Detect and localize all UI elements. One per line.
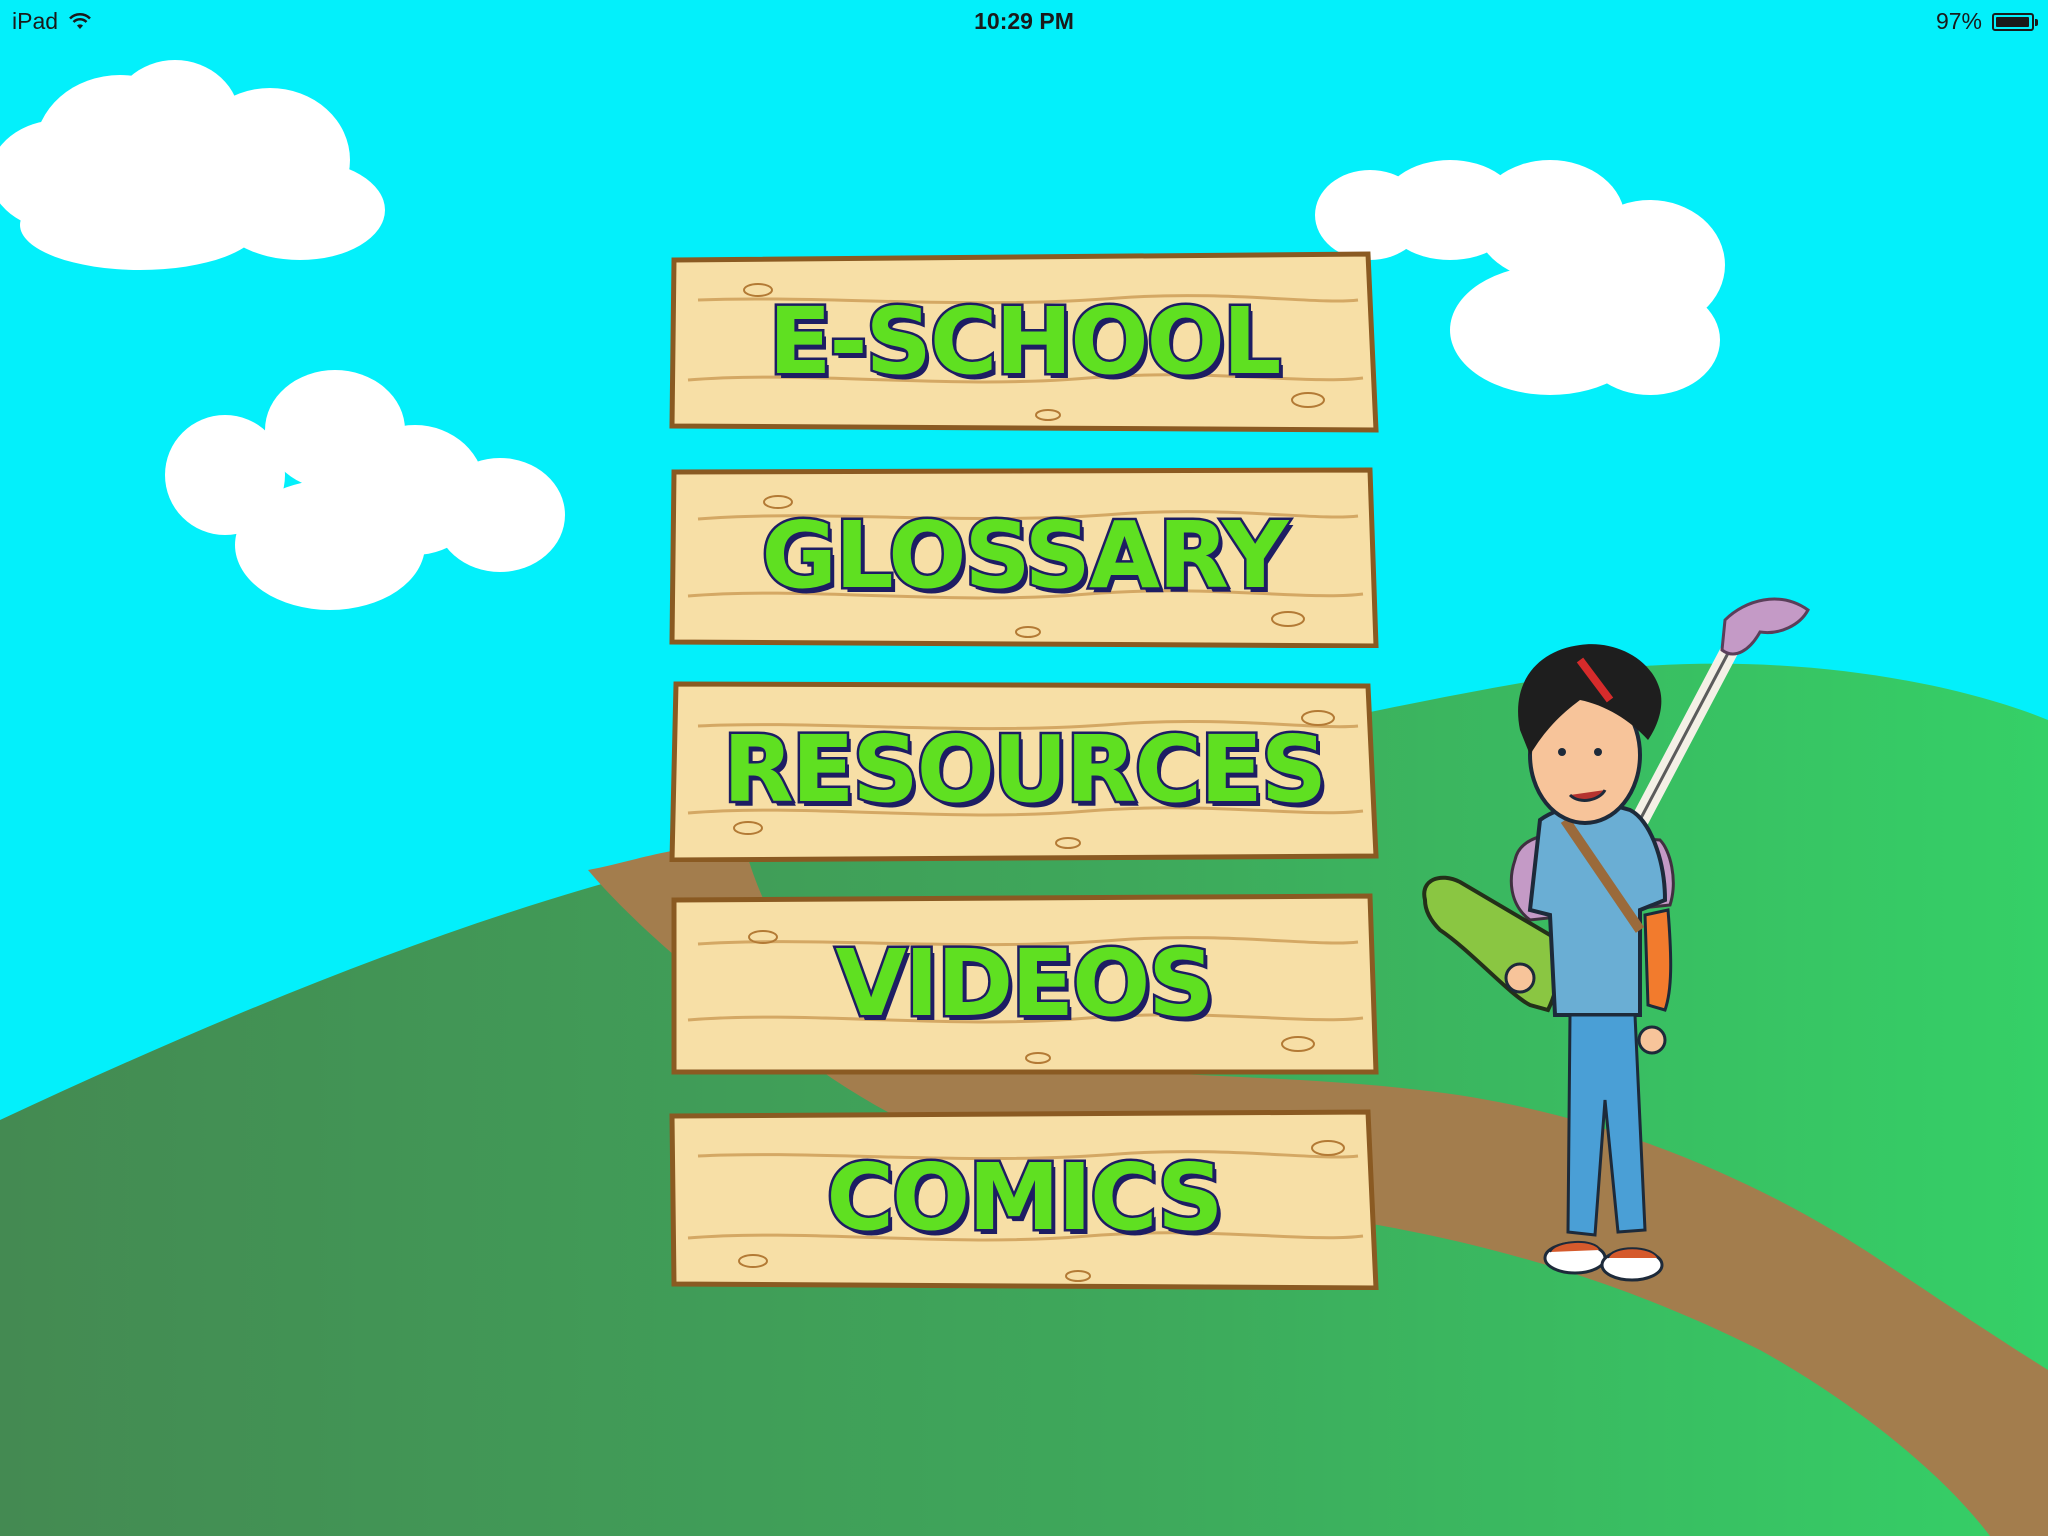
status-right: 97% (1935, 8, 2038, 35)
videos-label: VIDEOS (833, 930, 1217, 1037)
resources-button[interactable]: RESOURCES (668, 678, 1380, 862)
cloud (0, 60, 385, 270)
battery-percent: 97% (1935, 8, 1982, 34)
videos-button[interactable]: VIDEOS (668, 892, 1380, 1076)
cloud (165, 370, 565, 610)
battery-level (1996, 16, 2029, 27)
eschool-button[interactable]: E-SCHOOL (668, 250, 1380, 434)
eschool-label: E-SCHOOL (766, 288, 1284, 395)
status-bar: iPad 10:29 PM 97% (0, 0, 2048, 42)
main-menu: E-SCHOOL GLOSSARY RESOURCES VIDEOS COMIC… (668, 250, 1380, 1320)
battery-tip (2035, 18, 2038, 26)
clock: 10:29 PM (974, 8, 1074, 34)
glossary-label: GLOSSARY (759, 502, 1291, 609)
comics-label: COMICS (824, 1144, 1226, 1251)
comics-button[interactable]: COMICS (668, 1106, 1380, 1290)
resources-label: RESOURCES (720, 716, 1329, 823)
glossary-button[interactable]: GLOSSARY (668, 464, 1380, 648)
battery-icon (1992, 12, 2038, 31)
